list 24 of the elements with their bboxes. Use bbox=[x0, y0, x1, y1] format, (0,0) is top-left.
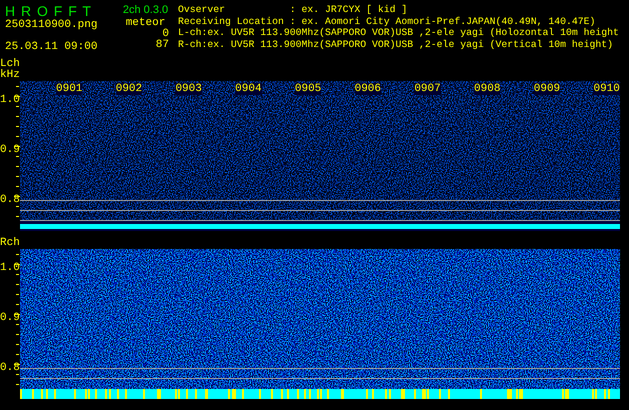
date-time: 25.03.11 09:00 bbox=[5, 41, 98, 53]
time-label: 0903 bbox=[175, 83, 202, 95]
time-label: 0902 bbox=[116, 83, 142, 95]
version-label: 2ch 0.3.0 bbox=[122, 4, 168, 17]
info-line: R-ch:ex. UV5R 113.900Mhz(SAPPORO VOR)USB ,2-ele yagi (Vertical 10m height) bbox=[178, 38, 614, 50]
time-label: 0907 bbox=[414, 83, 441, 95]
channel-label: Rch bbox=[0, 238, 21, 249]
app-title: H R O F F T bbox=[5, 4, 92, 19]
time-label: 0901 bbox=[56, 83, 82, 95]
meteor-count: 87 bbox=[156, 40, 170, 51]
unit-label: kHz bbox=[0, 70, 21, 81]
channel-label: Lch bbox=[0, 59, 21, 70]
info-line: Receiving Location : ex. Aomori City Aomori-Pref.JAPAN(40.49N, 140.47E) bbox=[178, 16, 596, 27]
time-label: 0906 bbox=[354, 83, 381, 95]
file-name: 2503110900.png bbox=[5, 19, 98, 31]
meteor-label: meteor bbox=[126, 17, 166, 29]
time-label: 0909 bbox=[534, 83, 560, 95]
time-label: 0908 bbox=[474, 83, 500, 95]
time-label: 0904 bbox=[235, 83, 262, 95]
info-line: Ovserver : ex. JR7CYX [ kid ] bbox=[178, 4, 408, 16]
time-label: 0905 bbox=[294, 83, 322, 95]
meteor-count: 0 bbox=[162, 29, 170, 40]
time-label: 0910 bbox=[593, 83, 620, 95]
info-line: L-ch:ex. UV5R 113.900Mhz(SAPPORO VOR)USB ,2-ele yagi (Holozontal 10m height bbox=[178, 27, 619, 38]
